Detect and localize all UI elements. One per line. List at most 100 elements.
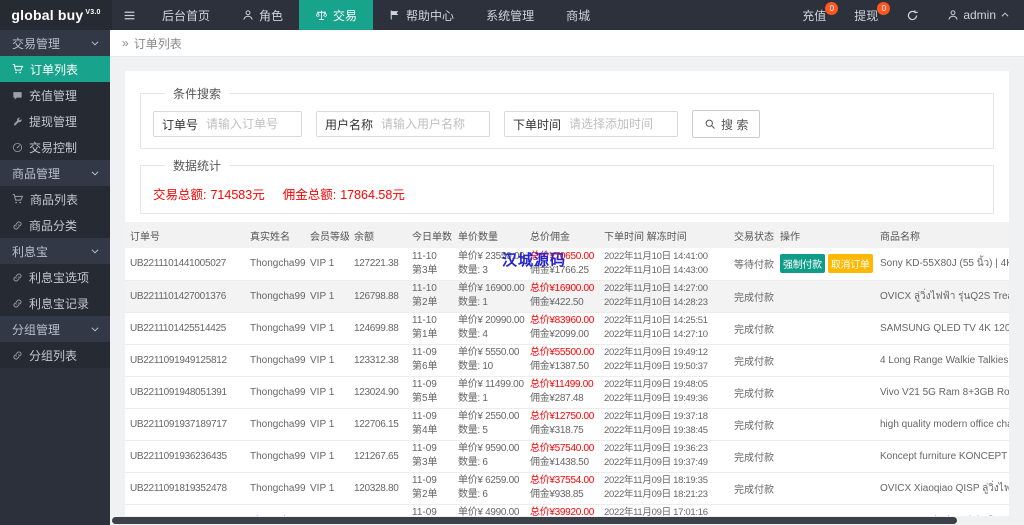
- sidebar-item-label-lixibao-options: 利息宝选项: [29, 270, 90, 285]
- table-row-6: UB2211091936236435 Thongcha99 VIP 1 121267.…: [125, 440, 1009, 473]
- topnav-item-system[interactable]: 系统管理: [470, 0, 550, 30]
- cell-balance: 123312.38: [349, 344, 407, 377]
- topnav-item-help[interactable]: 帮助中心: [373, 0, 470, 30]
- horizontal-scrollbar-thumb[interactable]: [112, 517, 957, 524]
- sidebar-item-trade-control[interactable]: 交易控制: [0, 134, 110, 160]
- cell-total-commission: 总价¥55500.00 佣金¥1387.50: [525, 344, 599, 377]
- table-row-5: UB2211091937189717 Thongcha99 VIP 1 122706.…: [125, 408, 1009, 441]
- force-pay-button[interactable]: 强制付款: [780, 254, 825, 274]
- sidebar-item-withdraw-mgmt[interactable]: 提现管理: [0, 108, 110, 134]
- column-header-6: 总价佣金: [525, 222, 599, 248]
- sidebar-group-lixibao[interactable]: 利息宝: [0, 238, 110, 264]
- sidebar-group-label-group-mgmt: 分组管理: [12, 322, 61, 337]
- cell-total-commission: 总价¥11499.00 佣金¥287.48: [525, 376, 599, 409]
- recharge-button[interactable]: 充值 0: [788, 0, 840, 30]
- cell-total-commission: 总价¥37554.00 佣金¥938.85: [525, 472, 599, 505]
- cell-product-name: Sony KD-55X80J (55 นิ้ว) | 4K Ultra HD |…: [875, 248, 1009, 281]
- column-header-9: 操作: [775, 222, 875, 248]
- flag-icon: [389, 9, 401, 21]
- cell-total-commission: 总价¥16900.00 佣金¥422.50: [525, 280, 599, 313]
- column-header-1: 真实姓名: [245, 222, 305, 248]
- cell-trade-status: 完成付款: [729, 280, 775, 313]
- withdraw-button[interactable]: 提现 0: [840, 0, 892, 30]
- cell-order-no: UB2211091936236435: [125, 440, 245, 473]
- cell-order-no: UB2211101427001376: [125, 280, 245, 313]
- cell-order-no: UB2211091937189717: [125, 408, 245, 441]
- cancel-order-button[interactable]: 取消订单: [827, 254, 873, 274]
- cell-price-qty: 单价¥ 2550.00 数量: 5: [453, 408, 525, 441]
- column-header-8: 交易状态: [729, 222, 775, 248]
- sidebar-item-order-list[interactable]: 订单列表: [0, 56, 110, 82]
- order-no-input[interactable]: [206, 113, 302, 135]
- orders-table-wrap: 订单号 真实姓名 会员等级 余额 今日单数 单价数量 总价佣金 下单时间 解冻时间 交易状态 操作…: [125, 222, 1009, 525]
- sidebar-item-label-trade-control: 交易控制: [29, 140, 78, 155]
- link-icon: [12, 298, 23, 309]
- cell-today-orders: 11-09 第3单: [407, 440, 453, 473]
- wrench-icon: [12, 116, 23, 127]
- cell-product-name: 4 Long Range Walkie Talkies Rechargeable…: [875, 344, 1009, 377]
- cell-actions: [775, 472, 875, 505]
- cell-vip-level: VIP 1: [305, 312, 349, 345]
- user-menu[interactable]: admin: [933, 0, 1024, 30]
- cell-vip-level: VIP 1: [305, 248, 349, 281]
- cell-order-unfreeze-time: 2022年11月09日 19:49:12 2022年11月09日 19:50:37: [599, 344, 729, 377]
- table-row-4: UB2211091948051391 Thongcha99 VIP 1 123024.…: [125, 376, 1009, 409]
- cell-product-name: SAMSUNG QLED TV 4K 120Hz SMART TV 55 นิ้…: [875, 312, 1009, 345]
- main-area: » 订单列表 条件搜索 订单号 用户名称 下单时间: [110, 30, 1024, 525]
- sidebar-toggle-button[interactable]: [112, 0, 146, 30]
- chevron-down-icon: [90, 246, 100, 256]
- topnav-item-roles[interactable]: 角色: [226, 0, 299, 30]
- cell-trade-status: 完成付款: [729, 408, 775, 441]
- cell-today-orders: 11-09 第2单: [407, 472, 453, 505]
- table-row-3: UB2211091949125812 Thongcha99 VIP 1 123312.…: [125, 344, 1009, 377]
- column-header-7: 下单时间 解冻时间: [599, 222, 729, 248]
- sidebar-item-recharge-mgmt[interactable]: 充值管理: [0, 82, 110, 108]
- cell-total-commission: 总价¥83960.00 佣金¥2099.00: [525, 312, 599, 345]
- user-name-input[interactable]: [381, 113, 490, 135]
- topnav-item-trade[interactable]: 交易: [299, 0, 374, 30]
- search-button-label: 搜 索: [721, 117, 749, 132]
- cart-icon: [12, 193, 24, 205]
- cell-today-orders: 11-10 第2单: [407, 280, 453, 313]
- order-no-label: 订单号: [162, 117, 199, 132]
- topnav-item-mall[interactable]: 商城: [550, 0, 606, 30]
- sidebar-item-group-list[interactable]: 分组列表: [0, 342, 110, 368]
- sidebar-item-lixibao-records[interactable]: 利息宝记录: [0, 290, 110, 316]
- cell-vip-level: VIP 1: [305, 376, 349, 409]
- sidebar-group-label-trade-mgmt: 交易管理: [12, 36, 61, 51]
- cell-today-orders: 11-10 第1单: [407, 312, 453, 345]
- sidebar-item-label-lixibao-records: 利息宝记录: [29, 296, 90, 311]
- cell-order-no: UB2211091949125812: [125, 344, 245, 377]
- table-header-row: 订单号 真实姓名 会员等级 余额 今日单数 单价数量 总价佣金 下单时间 解冻时间 交易状态 操作…: [125, 222, 1009, 248]
- sidebar-item-lixibao-options[interactable]: 利息宝选项: [0, 264, 110, 290]
- commission-total-value: 17864.58元: [340, 188, 405, 202]
- cell-order-unfreeze-time: 2022年11月09日 19:37:18 2022年11月09日 19:38:45: [599, 408, 729, 441]
- topbar: global buy V3.0 后台首页 角色 交易 帮助中心 系统管理 商城 充值 0 提…: [0, 0, 1024, 30]
- cell-order-unfreeze-time: 2022年11月10日 14:41:00 2022年11月10日 14:43:00: [599, 248, 729, 281]
- topnav-item-home[interactable]: 后台首页: [146, 0, 226, 30]
- sidebar-group-goods-mgmt[interactable]: 商品管理: [0, 160, 110, 186]
- cell-price-qty: 单价¥ 5550.00 数量: 10: [453, 344, 525, 377]
- cell-real-name: Thongcha99: [245, 440, 305, 473]
- cell-actions: [775, 408, 875, 441]
- sidebar-item-goods-category[interactable]: 商品分类: [0, 212, 110, 238]
- app-logo-text: global buy: [11, 7, 84, 23]
- cell-real-name: Thongcha99: [245, 280, 305, 313]
- column-header-2: 会员等级: [305, 222, 349, 248]
- cell-real-name: Thongcha99: [245, 376, 305, 409]
- sidebar-group-group-mgmt[interactable]: 分组管理: [0, 316, 110, 342]
- order-time-input[interactable]: [569, 113, 678, 135]
- search-icon: [704, 118, 716, 130]
- scale-icon: [315, 9, 328, 22]
- sidebar-group-trade-mgmt[interactable]: 交易管理: [0, 30, 110, 56]
- cell-vip-level: VIP 1: [305, 472, 349, 505]
- cell-real-name: Thongcha99: [245, 312, 305, 345]
- sidebar-item-goods-list[interactable]: 商品列表: [0, 186, 110, 212]
- cell-vip-level: VIP 1: [305, 280, 349, 313]
- refresh-button[interactable]: [892, 0, 933, 30]
- cell-balance: 123024.90: [349, 376, 407, 409]
- search-button[interactable]: 搜 索: [692, 110, 761, 138]
- horizontal-scrollbar-track: [111, 516, 1023, 525]
- cell-price-qty: 单价¥ 16900.00 数量: 1: [453, 280, 525, 313]
- cell-balance: 126798.88: [349, 280, 407, 313]
